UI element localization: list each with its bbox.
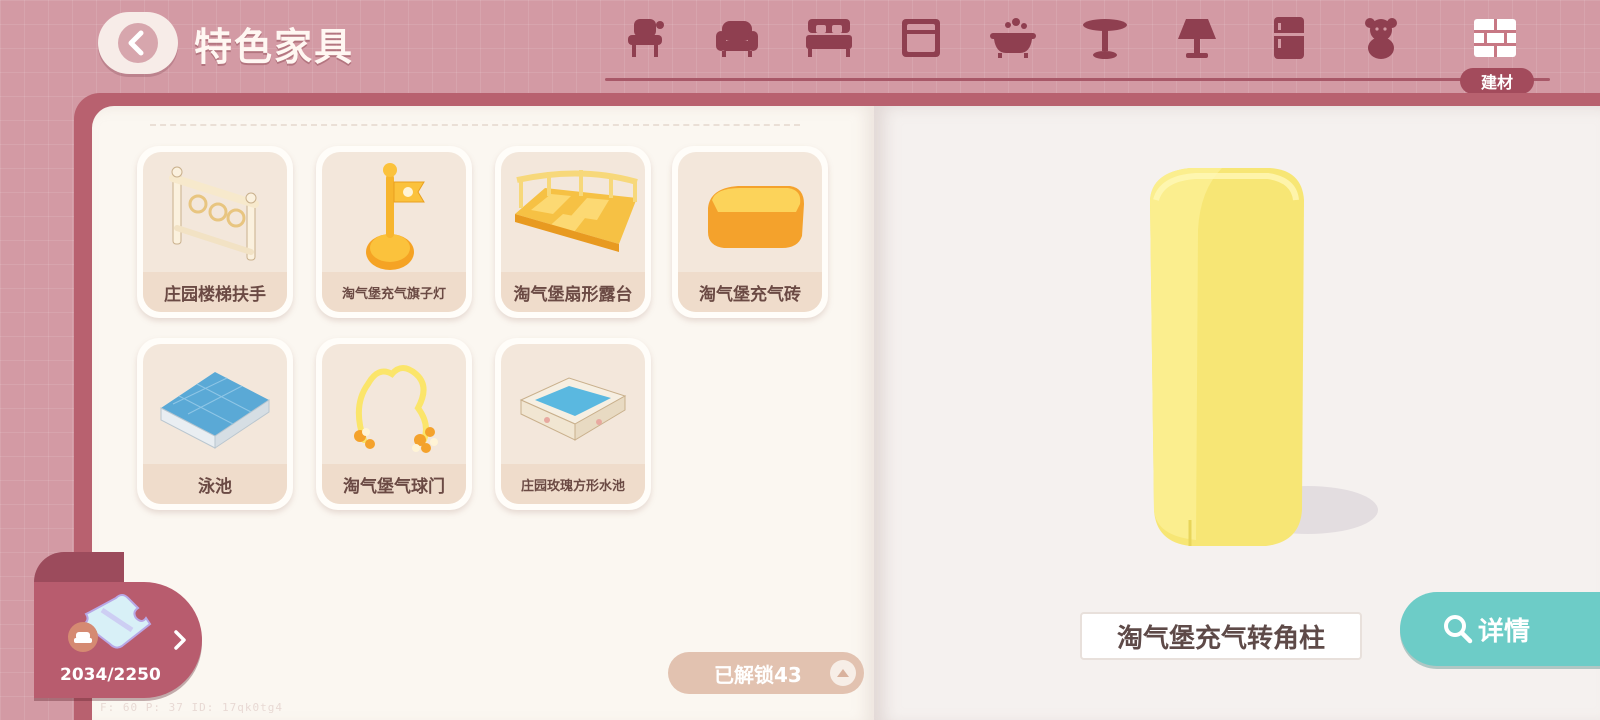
fan-terrace-image bbox=[515, 170, 638, 252]
item-card-inflatable-fan-terrace[interactable]: 淘气堡扇形露台 bbox=[495, 146, 651, 318]
category-divider bbox=[605, 78, 1550, 81]
category-tab-fridge[interactable] bbox=[1259, 10, 1319, 66]
item-label: 淘气堡扇形露台 bbox=[501, 272, 645, 312]
category-tab-lamp[interactable] bbox=[1167, 10, 1227, 66]
category-tab-maid-chair[interactable] bbox=[615, 10, 675, 66]
chevron-right-icon[interactable] bbox=[170, 628, 190, 652]
item-card-balloon-gate[interactable]: 淘气堡气球门 bbox=[316, 338, 472, 510]
flag-lamp-image bbox=[366, 163, 425, 270]
maid-chair-icon bbox=[628, 19, 664, 57]
category-tab-bathtub[interactable] bbox=[983, 10, 1043, 66]
rose-pool-image bbox=[519, 377, 627, 441]
category-tab-teddy-bear[interactable] bbox=[1351, 10, 1411, 66]
category-tab-table[interactable] bbox=[1075, 10, 1135, 66]
active-category-label: 建材 bbox=[1460, 68, 1534, 94]
back-arrow-icon bbox=[118, 23, 158, 63]
balloon-gate-image bbox=[354, 365, 438, 453]
stair-railing-image bbox=[169, 166, 259, 261]
back-button[interactable] bbox=[98, 12, 178, 74]
debug-overlay: F: 60 P: 37 ID: 17qk0tg4 bbox=[100, 701, 283, 714]
category-tab-cabinet[interactable] bbox=[891, 10, 951, 66]
swimming-pool-image bbox=[160, 372, 270, 449]
cabinet-icon bbox=[902, 19, 940, 57]
lamp-icon bbox=[1178, 19, 1216, 58]
detail-button[interactable]: 详情 bbox=[1400, 592, 1600, 666]
item-card-inflatable-flag-lamp[interactable]: 淘气堡充气旗子灯 bbox=[316, 146, 472, 318]
page-decoration bbox=[150, 124, 800, 128]
armchair-icon bbox=[716, 21, 758, 57]
item-card-manor-stair-railing[interactable]: 庄园楼梯扶手 bbox=[137, 146, 293, 318]
unlock-sort-button[interactable]: 已解锁43 bbox=[668, 652, 864, 694]
page-title: 特色家具 bbox=[194, 25, 355, 69]
item-label: 庄园玫瑰方形水池 bbox=[501, 464, 645, 504]
item-card-swimming-pool[interactable]: 泳池 bbox=[137, 338, 293, 510]
category-tab-armchair[interactable] bbox=[707, 10, 767, 66]
category-tab-building-material[interactable] bbox=[1465, 10, 1525, 66]
teddy-bear-icon bbox=[1365, 18, 1397, 59]
category-tab-bed[interactable] bbox=[799, 10, 859, 66]
item-label: 庄园楼梯扶手 bbox=[143, 272, 287, 312]
fridge-icon bbox=[1274, 17, 1304, 59]
chevron-up-icon bbox=[830, 660, 856, 686]
inflatable-brick-image bbox=[708, 186, 804, 248]
building-material-icon bbox=[1474, 19, 1516, 57]
preview-model-image bbox=[1150, 168, 1378, 546]
bed-icon bbox=[806, 19, 852, 57]
puzzle-count: 2034/2250 bbox=[60, 665, 161, 685]
item-label: 泳池 bbox=[143, 464, 287, 504]
unlock-label: 已解锁43 bbox=[714, 662, 802, 687]
item-card-inflatable-brick[interactable]: 淘气堡充气砖 bbox=[672, 146, 828, 318]
detail-button-label: 详情 bbox=[1478, 616, 1531, 647]
bathtub-icon bbox=[990, 18, 1036, 58]
furniture-badge-icon bbox=[68, 622, 98, 652]
selected-item-name: 淘气堡充气转角柱 bbox=[1080, 612, 1362, 660]
item-label: 淘气堡气球门 bbox=[322, 464, 466, 504]
search-icon bbox=[1444, 615, 1473, 644]
item-card-manor-rose-pool[interactable]: 庄园玫瑰方形水池 bbox=[495, 338, 651, 510]
item-label: 淘气堡充气旗子灯 bbox=[322, 272, 466, 312]
table-icon bbox=[1083, 19, 1127, 59]
item-label: 淘气堡充气砖 bbox=[678, 272, 822, 312]
